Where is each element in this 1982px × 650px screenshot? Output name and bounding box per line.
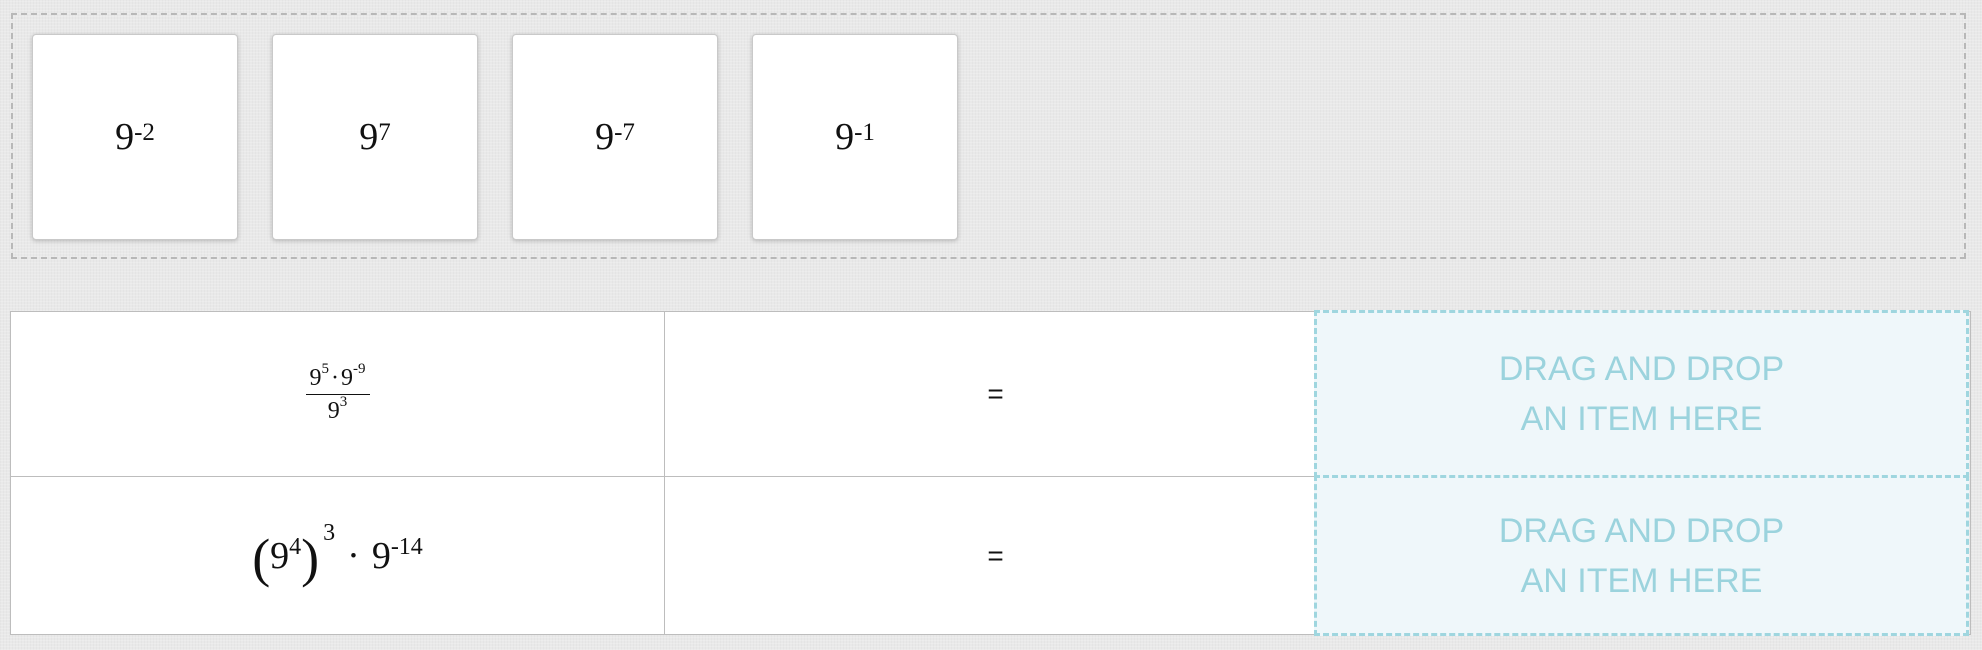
numerator-base-b: 9 xyxy=(341,365,353,391)
expression-cell-2: (9 4) 3 · 9 -14 xyxy=(11,477,665,634)
power-expression: (9 4) 3 · 9 -14 xyxy=(252,520,423,588)
tile-exponent: 7 xyxy=(378,119,391,146)
drop-zone-2[interactable]: DRAG AND DROP AN ITEM HERE xyxy=(1314,475,1969,636)
answer-tile-3[interactable]: 9 -7 xyxy=(512,34,718,240)
equals-cell-1: = xyxy=(665,312,1326,477)
inner-exponent: 4 xyxy=(289,534,302,560)
numerator-exponent-b: -9 xyxy=(353,361,366,377)
fraction-denominator: 93 xyxy=(327,394,348,424)
multiply-dot: · xyxy=(347,534,360,577)
drop-zone-text: DRAG AND DROP AN ITEM HERE xyxy=(1499,506,1784,606)
drop-zone-line-2: AN ITEM HERE xyxy=(1520,400,1763,438)
tile-exponent: -1 xyxy=(854,119,875,146)
denominator-exponent: 3 xyxy=(339,394,348,410)
drop-zone-line-1: DRAG AND DROP xyxy=(1498,350,1785,388)
tile-base: 9 xyxy=(115,116,135,158)
equals-sign: = xyxy=(987,539,1004,571)
inner-base: 9 xyxy=(270,534,290,577)
outer-exponent: 3 xyxy=(323,520,336,546)
term-base: 9 xyxy=(371,534,391,577)
term-exponent: -14 xyxy=(390,534,423,560)
answer-tile-2[interactable]: 97 xyxy=(272,34,478,240)
tile-exponent: -7 xyxy=(614,119,635,146)
fraction-expression: 95·9-9 93 xyxy=(305,362,370,424)
tile-base: 9 xyxy=(595,116,615,158)
drop-zone-line-2: AN ITEM HERE xyxy=(1520,561,1763,600)
drop-zone-1[interactable]: DRAG AND DROP AN ITEM HERE xyxy=(1314,310,1969,478)
tile-exponent: -2 xyxy=(134,119,155,146)
close-parenthesis: ) xyxy=(301,527,320,588)
numerator-exponent-a: 5 xyxy=(321,361,330,377)
expression-cell-1: 95·9-9 93 xyxy=(11,312,665,477)
tile-base: 9 xyxy=(835,116,855,158)
answer-tile-1[interactable]: 9 -2 xyxy=(32,34,238,240)
drop-zone-text: DRAG AND DROP AN ITEM HERE xyxy=(1499,344,1784,444)
answer-tile-4[interactable]: 9 -1 xyxy=(752,34,958,240)
equals-cell-2: = xyxy=(665,477,1326,634)
numerator-base-a: 9 xyxy=(309,365,322,391)
multiply-dot: · xyxy=(331,365,339,391)
equals-sign: = xyxy=(987,378,1004,409)
drop-zone-line-1: DRAG AND DROP xyxy=(1498,511,1785,550)
fraction-numerator: 95·9-9 xyxy=(305,362,370,395)
tile-base: 9 xyxy=(359,116,379,158)
denominator-base: 9 xyxy=(327,398,340,424)
answer-bank: 9 -2 97 9 -7 9 -1 xyxy=(11,13,1966,259)
open-parenthesis: ( xyxy=(252,527,271,588)
